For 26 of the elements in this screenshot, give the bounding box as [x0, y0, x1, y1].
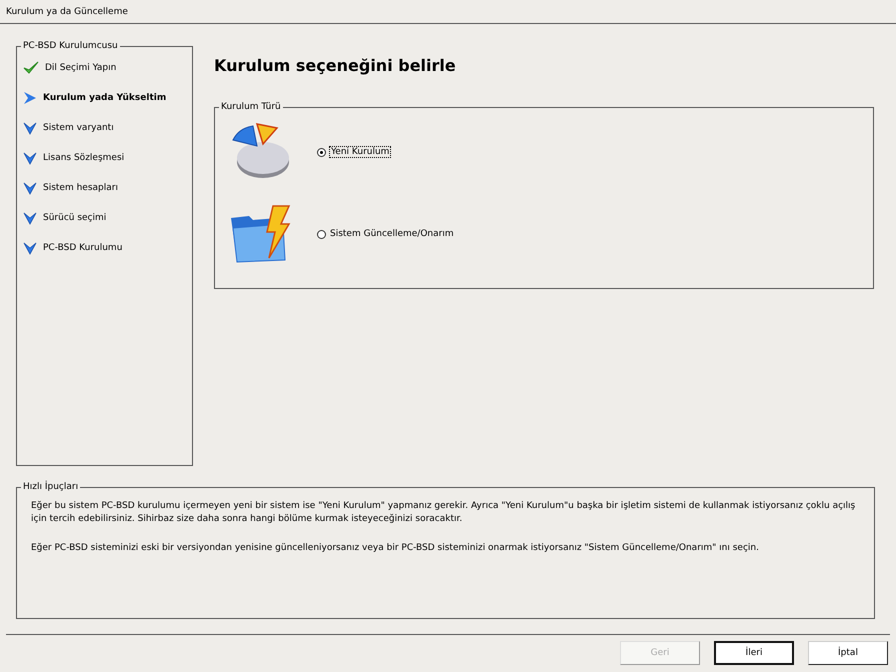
page-heading: Kurulum seçeneğini belirle	[214, 56, 457, 75]
radio-option[interactable]: Sistem Güncelleme/Onarım	[317, 229, 454, 239]
tip-text: Eğer bu sistem PC-BSD kurulumu içermeyen yeni bir sistem ise "Yeni Kurulum" yapmanız gerekir. Ayrıca "Yeni Kurulum"u başka bir işletim sistemi de kullanmak istiyorsanız çoklu açılış için tercih edebilirsiniz. Sihirbaz size daha sonra hangi bölüme kurmak isteyeceğinizi soracaktır.	[31, 500, 856, 526]
tip-text: Eğer PC-BSD sisteminizi eski bir versiyondan yenisine güncelleniyorsanız veya bir PC-BSD sisteminizi onarmak istiyorsanız "Sistem Güncelleme/Onarım" ını seçin.	[31, 542, 760, 555]
dialog-button[interactable]: İptal	[808, 641, 888, 665]
chevron-icon	[23, 210, 37, 224]
step-label: Lisans Sözleşmesi	[43, 152, 124, 162]
chevron-icon	[23, 120, 37, 134]
checkmark-icon	[23, 60, 39, 74]
step-label: Kurulum yada Yükseltim	[43, 92, 166, 102]
step-label: Sistem varyantı	[43, 122, 114, 132]
group-title: Kurulum Türü	[219, 102, 283, 112]
panel-title: PC-BSD Kurulumcusu	[21, 41, 120, 51]
chevron-icon	[23, 180, 37, 194]
step-label: Sürücü seçimi	[43, 212, 106, 222]
chevron-icon	[23, 240, 37, 254]
panel-title: Hızlı İpuçları	[21, 482, 80, 492]
radio-option[interactable]: Yeni Kurulum	[317, 147, 390, 157]
step-label: PC-BSD Kurulumu	[43, 242, 122, 252]
window-title: Kurulum ya da Güncelleme	[6, 6, 128, 16]
chevron-icon	[23, 150, 37, 164]
dialog-button[interactable]: İleri	[714, 641, 794, 665]
step-label: Sistem hesapları	[43, 182, 118, 192]
step-label: Dil Seçimi Yapın	[45, 62, 116, 72]
folder-lightning-icon	[229, 204, 291, 264]
arrow-icon	[23, 90, 37, 104]
